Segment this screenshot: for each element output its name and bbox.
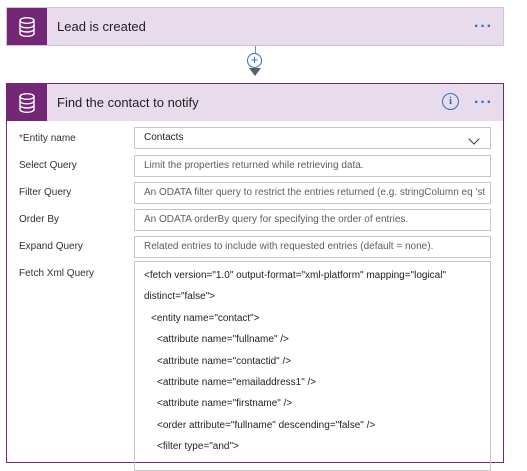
filter-query-label: Filter Query [19, 187, 72, 198]
order-by-input[interactable]: An ODATA orderBy query for specifying th… [134, 209, 491, 231]
chevron-down-icon [468, 133, 480, 145]
entity-name-value: Contacts [144, 132, 184, 143]
action-more-button[interactable]: ··· [474, 84, 493, 121]
expand-query-label: Expand Query [19, 241, 83, 252]
database-icon [7, 84, 47, 121]
order-by-label: Order By [19, 214, 60, 225]
fetch-xml-textarea[interactable]: <fetch version="1.0" output-format="xml-… [134, 261, 491, 471]
xml-line: <filter type="and"> [157, 441, 239, 453]
action-card: Find the contact to notify i ··· *Entity… [6, 83, 504, 471]
xml-line: distinct="false"> [144, 291, 216, 303]
filter-query-input[interactable]: An ODATA filter query to restrict the en… [134, 182, 491, 204]
xml-line: <attribute name="fullname" /> [157, 334, 289, 346]
trigger-card[interactable]: Lead is created ··· [6, 7, 504, 46]
info-icon[interactable]: i [442, 93, 459, 110]
expand-query-input[interactable]: Related entries to include with requeste… [134, 236, 491, 258]
xml-line: <entity name="contact"> [151, 312, 260, 324]
xml-line: <attribute name="contactid" /> [157, 355, 292, 367]
connector-arrow [249, 68, 261, 76]
xml-line: <attribute name="firstname" /> [157, 398, 293, 410]
xml-line: <order attribute="fullname" descending="… [157, 419, 376, 431]
entity-name-label: *Entity name [19, 133, 76, 144]
select-query-input[interactable]: Limit the properties returned while retr… [134, 155, 491, 177]
trigger-title: Lead is created [57, 19, 146, 34]
database-icon [7, 8, 47, 45]
action-header[interactable]: Find the contact to notify i ··· [7, 84, 503, 121]
trigger-more-button[interactable]: ··· [474, 8, 493, 45]
xml-line: <attribute name="emailaddress1" /> [157, 376, 317, 388]
add-step-button[interactable]: + [247, 53, 262, 68]
fetch-xml-label: Fetch Xml Query [19, 268, 95, 279]
action-title: Find the contact to notify [57, 95, 199, 110]
xml-line: <fetch version="1.0" output-format="xml-… [144, 270, 446, 281]
select-query-label: Select Query [19, 160, 77, 171]
entity-name-dropdown[interactable]: Contacts [134, 127, 491, 149]
